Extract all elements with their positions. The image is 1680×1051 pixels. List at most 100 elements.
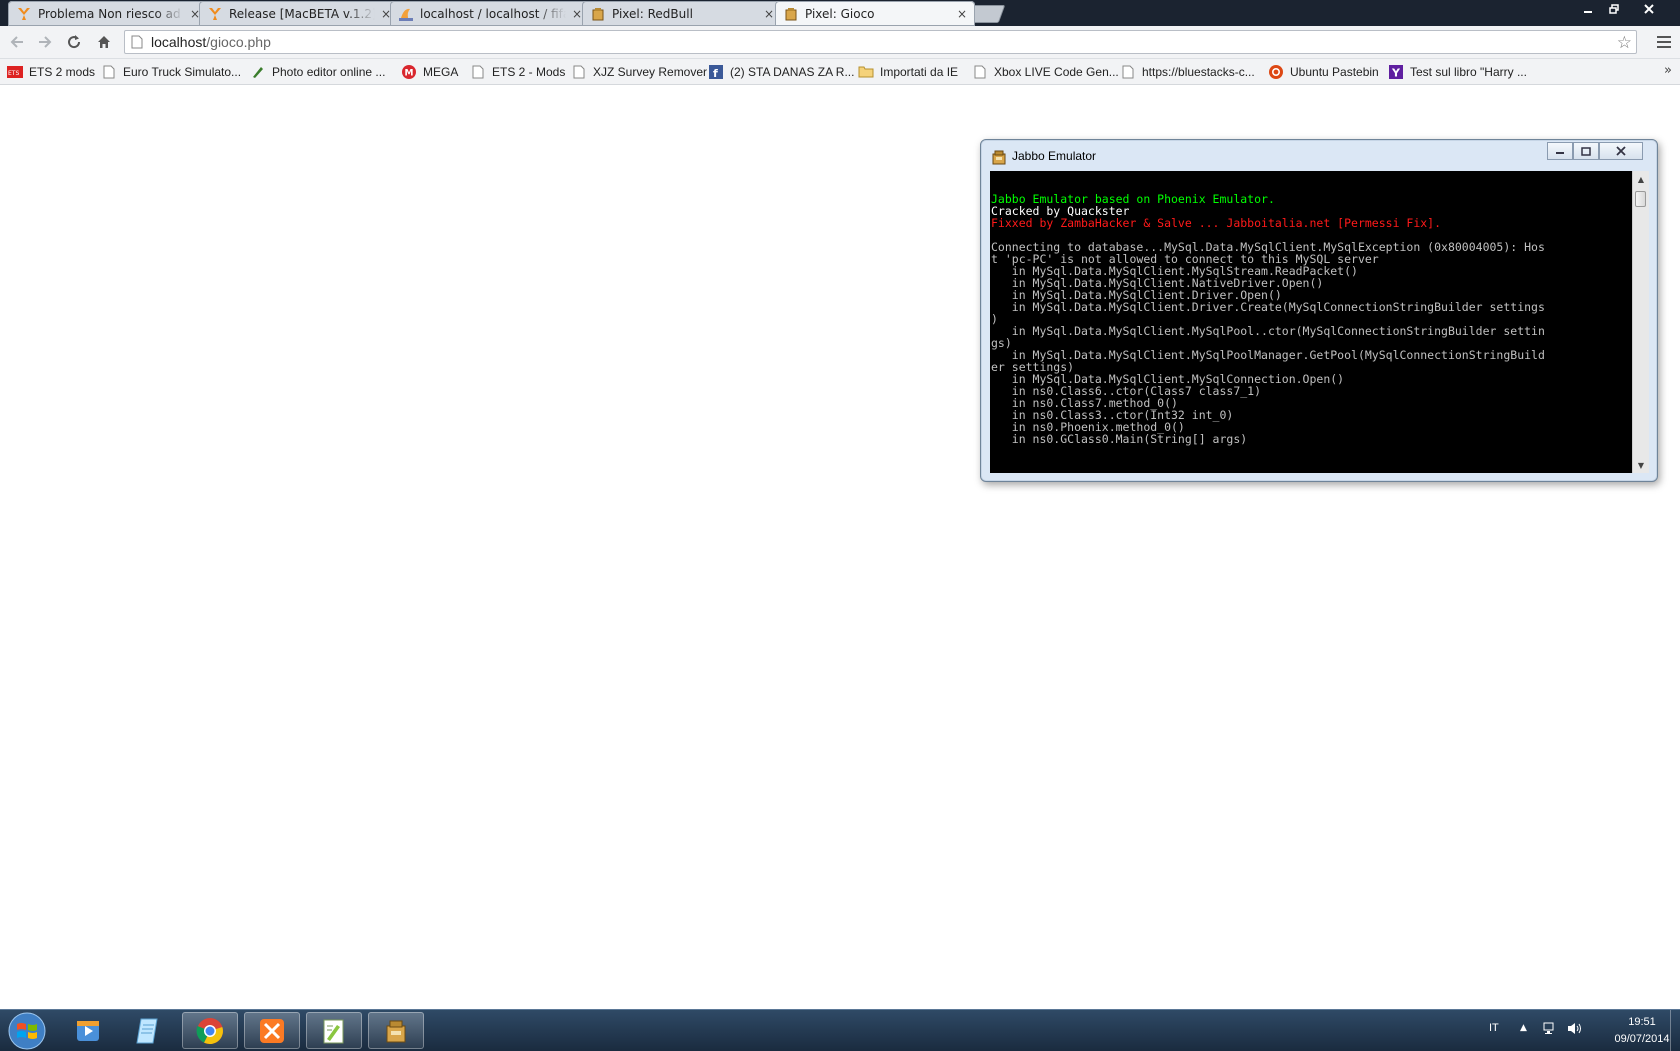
- close-window-icon[interactable]: [1627, 0, 1671, 18]
- bookmark-star-icon[interactable]: ☆: [1617, 33, 1632, 53]
- console-scrollbar[interactable]: ▲ ▼: [1632, 171, 1649, 473]
- tab-strip: Problema Non riesco ad a × Release [MacB…: [0, 0, 1680, 26]
- yahoo-icon: Y: [1388, 64, 1404, 80]
- close-icon[interactable]: ×: [955, 7, 969, 21]
- restore-icon[interactable]: [1601, 0, 1627, 18]
- forward-arrow-icon[interactable]: [33, 30, 57, 54]
- bookmarks-bar: ETS ETS 2 mods Euro Truck Simulato... Ph…: [0, 59, 1680, 85]
- address-bar[interactable]: localhost/gioco.php ☆: [124, 30, 1637, 54]
- console-minimize-icon[interactable]: [1547, 142, 1573, 160]
- tab-phpmyadmin[interactable]: localhost / localhost / fifa ×: [390, 1, 590, 26]
- svg-text:Y: Y: [1391, 66, 1401, 79]
- bookmark-harry-test[interactable]: Y Test sul libro "Harry ...: [1388, 59, 1527, 84]
- clock-time[interactable]: 19:51: [1615, 1016, 1669, 1028]
- facebook-icon: f: [708, 64, 724, 80]
- page-icon: [571, 64, 587, 80]
- bookmark-label: Xbox LIVE Code Gen...: [994, 64, 1119, 79]
- more-bookmarks-chevron-icon[interactable]: »: [1664, 63, 1672, 78]
- bookmark-photo-editor[interactable]: Photo editor online ...: [250, 59, 385, 84]
- bookmark-xbox-live[interactable]: Xbox LIVE Code Gen...: [972, 59, 1119, 84]
- page-icon: [1120, 64, 1136, 80]
- bookmark-importati-da-ie[interactable]: Importati da IE: [858, 59, 958, 84]
- xampp-icon: [207, 6, 223, 22]
- close-icon[interactable]: ×: [762, 7, 776, 21]
- bookmark-ubuntu-pastebin[interactable]: Ubuntu Pastebin: [1268, 59, 1379, 84]
- clock-date[interactable]: 09/07/2014: [1611, 1033, 1673, 1045]
- svg-text:M: M: [405, 68, 414, 78]
- taskbar-media-player-icon[interactable]: [60, 1012, 116, 1049]
- tab-pixel-gioco[interactable]: Pixel: Gioco ×: [775, 1, 975, 26]
- bookmark-label: ETS 2 - Mods: [492, 64, 566, 79]
- console-text: Jabbo Emulator based on Phoenix Emulator…: [991, 193, 1632, 445]
- minimize-icon[interactable]: [1575, 0, 1601, 18]
- habbo-hotel-icon: [783, 6, 799, 22]
- page-icon: [131, 34, 145, 50]
- page-icon: [470, 64, 486, 80]
- back-arrow-icon[interactable]: [5, 30, 29, 54]
- svg-text:ETS: ETS: [8, 70, 19, 77]
- tab-release[interactable]: Release [MacBETA v.1.2] P ×: [199, 1, 399, 26]
- bookmark-label: Test sul libro "Harry ...: [1410, 64, 1527, 79]
- show-hidden-icons-icon[interactable]: ▲: [1520, 1023, 1527, 1033]
- console-line: in MySql.Data.MySqlClient.MySqlPool..cto…: [991, 324, 1545, 338]
- scroll-up-arrow-icon[interactable]: ▲: [1633, 171, 1649, 187]
- bookmark-label: ETS 2 mods: [29, 64, 96, 79]
- tab-title: Release [MacBETA v.1.2] P: [229, 6, 375, 21]
- svg-text:f: f: [713, 67, 718, 79]
- bookmark-facebook[interactable]: f (2) STA DANAS ZA R...: [708, 59, 854, 84]
- language-indicator[interactable]: IT: [1489, 1022, 1499, 1034]
- folder-icon: [858, 64, 874, 80]
- volume-icon[interactable]: [1567, 1022, 1583, 1039]
- taskbar-notepad-icon[interactable]: [120, 1012, 176, 1049]
- tab-title: localhost / localhost / fifa: [420, 6, 566, 21]
- ets2-mods-icon: ETS: [7, 64, 23, 80]
- chrome-menu-icon[interactable]: [1652, 30, 1676, 54]
- console-window[interactable]: Jabbo Emulator Jabbo Emulator based on P…: [980, 139, 1658, 482]
- console-title: Jabbo Emulator: [1012, 149, 1097, 163]
- reload-icon[interactable]: [62, 30, 86, 54]
- bookmark-ets2-mods[interactable]: ETS ETS 2 mods: [7, 59, 95, 84]
- taskbar: IT ▲ 19:51 09/07/2014: [0, 1009, 1680, 1051]
- bookmark-mega[interactable]: M MEGA: [401, 59, 458, 84]
- console-line: Fixxed by ZambaHacker & Salve ... Jabboi…: [991, 216, 1442, 230]
- home-icon[interactable]: [92, 30, 116, 54]
- console-line: in MySql.Data.MySqlClient.MySqlPoolManag…: [991, 348, 1545, 362]
- url-path: /gioco.php: [206, 34, 271, 50]
- console-maximize-icon[interactable]: [1573, 142, 1599, 160]
- habbo-hotel-icon: [590, 6, 606, 22]
- bookmark-label: Importati da IE: [880, 64, 959, 79]
- bookmark-label: (2) STA DANAS ZA R...: [730, 64, 855, 79]
- mega-icon: M: [401, 64, 417, 80]
- taskbar-jabbo-emulator-icon[interactable]: [368, 1012, 424, 1049]
- bookmark-ets2-mods-2[interactable]: ETS 2 - Mods: [470, 59, 565, 84]
- url-host: localhost: [151, 34, 207, 50]
- jabbo-emulator-icon: [991, 149, 1007, 165]
- bookmark-label: Euro Truck Simulato...: [123, 64, 242, 79]
- scroll-down-arrow-icon[interactable]: ▼: [1633, 457, 1649, 473]
- bookmark-label: XJZ Survey Remover: [593, 64, 708, 79]
- bookmark-bluestacks[interactable]: https://bluestacks-c...: [1120, 59, 1255, 84]
- bookmark-xjz-survey[interactable]: XJZ Survey Remover: [571, 59, 707, 84]
- tab-pixel-redbull[interactable]: Pixel: RedBull ×: [582, 1, 782, 26]
- console-line: in ns0.GClass0.Main(String[] args): [991, 432, 1248, 446]
- network-icon[interactable]: [1543, 1022, 1557, 1039]
- tab-problema[interactable]: Problema Non riesco ad a ×: [8, 1, 208, 26]
- taskbar-xampp-icon[interactable]: [244, 1012, 300, 1049]
- show-desktop-button[interactable]: [1670, 1010, 1680, 1051]
- windows-start-button[interactable]: [5, 1011, 49, 1051]
- pen-icon: [250, 64, 266, 80]
- bookmark-euro-truck[interactable]: Euro Truck Simulato...: [101, 59, 241, 84]
- bookmark-label: Photo editor online ...: [272, 64, 386, 79]
- scrollbar-thumb[interactable]: [1635, 191, 1646, 207]
- page-icon: [972, 64, 988, 80]
- bookmark-label: MEGA: [423, 64, 459, 79]
- tab-title: Problema Non riesco ad a: [38, 6, 184, 21]
- bookmark-label: https://bluestacks-c...: [1142, 64, 1255, 79]
- taskbar-chrome-icon[interactable]: [182, 1012, 238, 1049]
- phpmyadmin-icon: [398, 6, 414, 22]
- tab-title: Pixel: Gioco: [805, 6, 875, 21]
- console-close-icon[interactable]: [1599, 142, 1643, 160]
- console-output-area[interactable]: Jabbo Emulator based on Phoenix Emulator…: [990, 171, 1632, 473]
- console-titlebar[interactable]: Jabbo Emulator: [981, 140, 1657, 172]
- taskbar-notepad-plus-plus-icon[interactable]: [306, 1012, 362, 1049]
